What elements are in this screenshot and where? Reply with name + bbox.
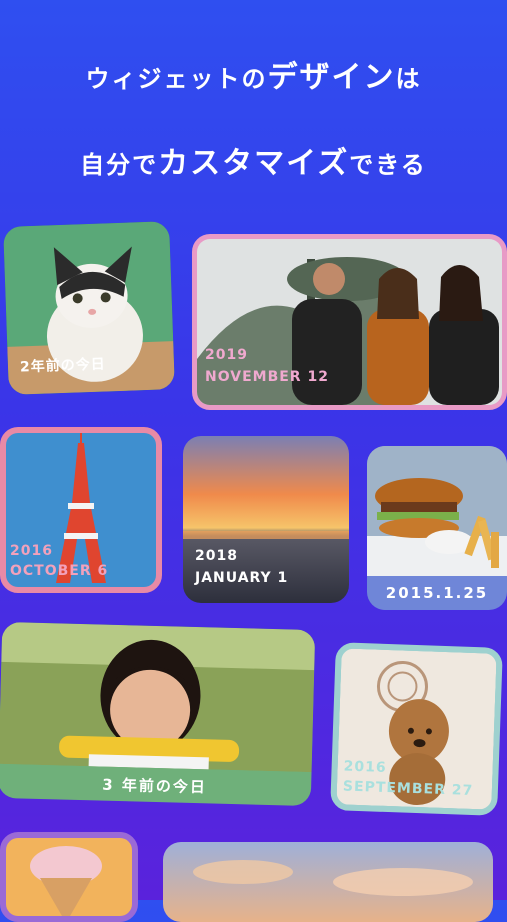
headline-line-2: 自分でカスタマイズできる — [0, 138, 507, 182]
widget-card-friends[interactable]: 2019 NOVEMBER 12 — [192, 234, 507, 410]
headline-emphasis: カスタマイズ — [158, 146, 350, 181]
headline-part: は — [395, 65, 422, 93]
widget-card-icecream[interactable] — [0, 832, 138, 922]
widget-card-burger[interactable]: 2015.1.25 — [367, 446, 507, 610]
card-date: NOVEMBER 12 — [205, 369, 329, 385]
widget-card-tower[interactable]: 2016 OCTOBER 6 — [0, 427, 162, 593]
card-date: OCTOBER 6 — [10, 563, 109, 579]
card-year: 2016 — [10, 543, 53, 559]
card-caption: 3 年前の今日 — [102, 775, 208, 796]
widget-card-beach[interactable] — [163, 842, 493, 922]
card-year: 2016 — [343, 758, 387, 776]
beach-photo — [163, 842, 493, 922]
card-caption: 2年前の今日 — [19, 356, 107, 376]
headline-line-1: ウィジェットのデザインは — [0, 52, 507, 96]
burger-photo — [367, 446, 507, 576]
headline-emphasis: デザイン — [267, 60, 396, 95]
icecream-photo — [6, 838, 132, 916]
headline-part: できる — [349, 151, 427, 179]
headline-part: 自分で — [80, 151, 159, 179]
card-date: JANUARY 1 — [195, 570, 289, 586]
widget-card-sunset[interactable]: 2018 JANUARY 1 — [183, 436, 349, 603]
widget-card-girl[interactable]: 3 年前の今日 — [0, 621, 316, 807]
card-year: 2019 — [205, 347, 248, 363]
card-year: 2018 — [195, 548, 238, 564]
widget-card-dog[interactable]: 2016 SEPTEMBER 27 — [330, 642, 503, 816]
widget-card-cat[interactable]: 2年前の今日 — [3, 221, 175, 395]
headline-part: ウィジェットの — [85, 65, 268, 93]
girl-photo — [0, 621, 316, 773]
card-caption: 2015.1.25 — [385, 584, 489, 602]
